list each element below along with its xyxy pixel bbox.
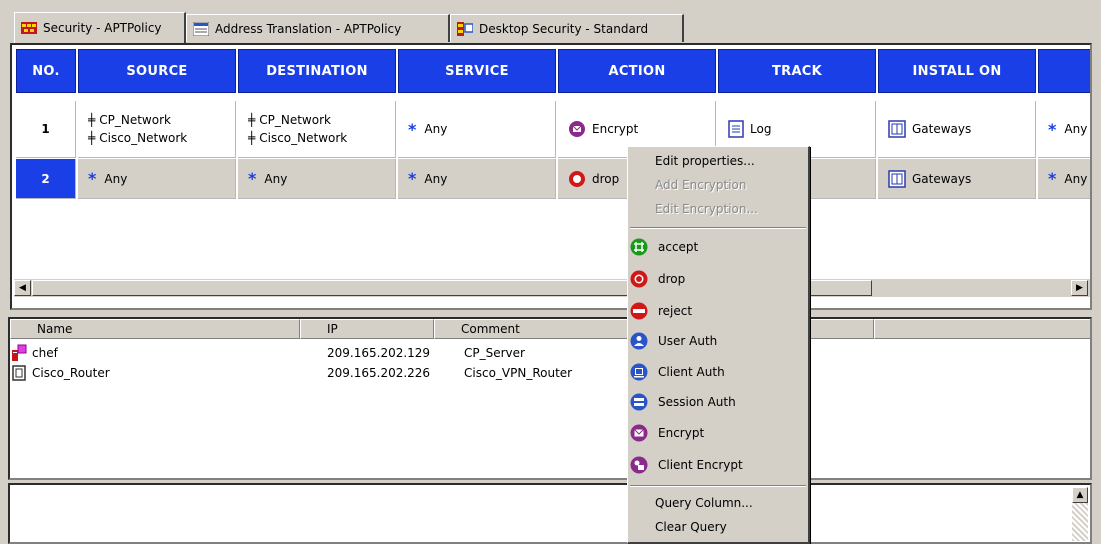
list-item[interactable]: chef 209.165.202.129 CP_Server xyxy=(10,343,1090,363)
any-icon: * xyxy=(1048,169,1057,188)
rule-install-on[interactable]: Gateways xyxy=(878,159,1036,199)
scroll-up-button[interactable]: ▲ xyxy=(1072,487,1088,503)
column-header-extra[interactable] xyxy=(1038,49,1090,93)
any-icon: * xyxy=(1048,119,1057,139)
network-icon: ╪ xyxy=(88,131,96,145)
scroll-right-button[interactable]: ▶ xyxy=(1071,280,1088,296)
column-header-destination[interactable]: DESTINATION xyxy=(238,49,396,93)
address-translation-icon xyxy=(193,21,209,36)
rule-source[interactable]: * Any xyxy=(78,159,236,199)
rule-base-grid: NO. SOURCE DESTINATION SERVICE ACTION TR… xyxy=(10,43,1092,310)
router-icon xyxy=(12,365,26,381)
gateways-icon xyxy=(888,120,906,138)
scroll-left-button[interactable]: ◀ xyxy=(14,280,31,296)
rule-service[interactable]: * Any xyxy=(398,101,556,158)
menu-item-session-auth[interactable]: Session Auth xyxy=(628,390,808,414)
tab-label: Desktop Security - Standard xyxy=(479,21,649,36)
user-auth-icon xyxy=(630,332,648,350)
menu-item-add-encryption[interactable]: Add Encryption xyxy=(628,173,808,197)
column-header-service[interactable]: SERVICE xyxy=(398,49,556,93)
rule-service[interactable]: * Any xyxy=(398,159,556,199)
desktop-security-icon xyxy=(457,21,473,36)
menu-item-encrypt[interactable]: Encrypt xyxy=(628,421,808,445)
encrypt-icon xyxy=(630,424,648,442)
client-encrypt-icon xyxy=(630,456,648,474)
any-icon: * xyxy=(88,169,97,188)
rule-number: 2 xyxy=(16,159,76,199)
gateways-icon xyxy=(888,169,906,188)
server-icon xyxy=(12,344,27,361)
any-icon: * xyxy=(408,119,417,139)
rule-extra[interactable]: * Any xyxy=(1038,101,1090,158)
network-icon: ╪ xyxy=(88,113,96,127)
any-icon: * xyxy=(248,169,257,188)
menu-item-edit-encryption[interactable]: Edit Encryption... xyxy=(628,197,808,221)
list-header-ip[interactable]: IP xyxy=(300,319,434,339)
network-icon: ╪ xyxy=(248,131,256,145)
rule-source[interactable]: ╪ CP_Network ╪ Cisco_Network xyxy=(78,101,236,158)
menu-item-drop[interactable]: drop xyxy=(628,267,808,291)
tab-label: Security - APTPolicy xyxy=(43,21,162,35)
log-icon xyxy=(728,120,744,138)
menu-item-reject[interactable]: reject xyxy=(628,299,808,323)
horizontal-scrollbar[interactable]: ◀ ▶ xyxy=(14,278,1090,297)
rule-number: 1 xyxy=(16,101,76,158)
security-policy-icon xyxy=(21,22,37,34)
column-header-source[interactable]: SOURCE xyxy=(78,49,236,93)
menu-separator xyxy=(630,227,806,229)
rule-row-2[interactable]: 2 * Any * Any * Any drop Gateways * Any xyxy=(12,159,1090,199)
accept-icon xyxy=(630,238,648,256)
any-icon: * xyxy=(408,169,417,188)
menu-item-accept[interactable]: accept xyxy=(628,235,808,259)
query-pane[interactable]: ▲ xyxy=(8,483,1092,544)
reject-icon xyxy=(630,302,648,320)
network-icon: ╪ xyxy=(248,113,256,127)
column-header-install-on[interactable]: INSTALL ON xyxy=(878,49,1036,93)
drop-icon xyxy=(569,170,585,187)
list-header-blank xyxy=(874,319,1090,339)
menu-item-query-column[interactable]: Query Column... xyxy=(628,491,808,515)
menu-item-clear-query[interactable]: Clear Query xyxy=(628,515,808,539)
list-header-name[interactable]: Name xyxy=(10,319,300,339)
menu-item-client-encrypt[interactable]: Client Encrypt xyxy=(628,453,808,477)
list-item[interactable]: Cisco_Router 209.165.202.226 Cisco_VPN_R… xyxy=(10,363,1090,383)
session-auth-icon xyxy=(630,393,648,411)
tab-desktop-security[interactable]: Desktop Security - Standard xyxy=(450,14,684,42)
menu-item-client-auth[interactable]: Client Auth xyxy=(628,360,808,384)
client-auth-icon xyxy=(630,363,648,381)
drop-icon xyxy=(630,270,648,288)
column-header-track[interactable]: TRACK xyxy=(718,49,876,93)
encrypt-icon xyxy=(569,121,585,137)
rule-install-on[interactable]: Gateways xyxy=(878,101,1036,158)
column-header-action[interactable]: ACTION xyxy=(558,49,716,93)
menu-item-user-auth[interactable]: User Auth xyxy=(628,329,808,353)
rule-destination[interactable]: * Any xyxy=(238,159,396,199)
menu-item-edit-properties[interactable]: Edit properties... xyxy=(628,149,808,173)
rule-extra[interactable]: * Any xyxy=(1038,159,1090,199)
tab-security-aptpolicy[interactable]: Security - APTPolicy xyxy=(14,12,186,43)
objects-list: Name IP Comment chef 209.165.202.129 CP_… xyxy=(8,317,1092,480)
column-header-no[interactable]: NO. xyxy=(16,49,76,93)
rule-row-1[interactable]: 1 ╪ CP_Network ╪ Cisco_Network ╪ CP_Network… xyxy=(12,101,1090,158)
rule-destination[interactable]: ╪ CP_Network ╪ Cisco_Network xyxy=(238,101,396,158)
context-menu: Edit properties... Add Encryption Edit E… xyxy=(627,146,810,544)
menu-separator xyxy=(630,485,806,487)
vertical-scrollbar[interactable]: ▲ xyxy=(1072,487,1088,541)
tab-address-translation[interactable]: Address Translation - APTPolicy xyxy=(186,14,450,42)
tab-label: Address Translation - APTPolicy xyxy=(215,21,402,36)
